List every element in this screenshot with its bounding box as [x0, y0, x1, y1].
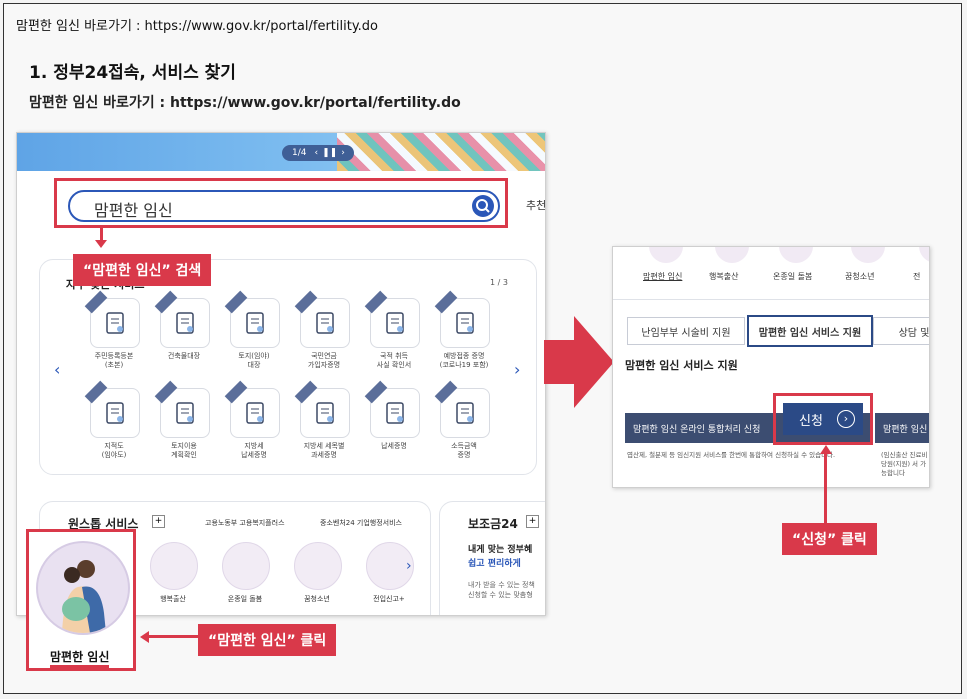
service-nav-circle[interactable] [715, 247, 749, 263]
service-icon-label[interactable]: 토지이용 계획확인 [153, 442, 215, 460]
service-icon-label[interactable]: 예방접종 증명 (코로나19 포함) [433, 352, 495, 370]
apply-button-label: 신청 [799, 413, 823, 429]
recommend-label[interactable]: 추천 [526, 197, 545, 213]
banner-counter: 1/4 [292, 148, 307, 158]
onestop-circle-label[interactable]: 행복출산 [143, 594, 203, 604]
folded-map-icon[interactable] [84, 380, 140, 438]
subsidy-line-1: 내게 맞는 정부혜 [468, 545, 533, 555]
mom-callout-label: “맘편한 임신” 클릭 [198, 624, 337, 656]
pager-next-icon[interactable]: › [341, 148, 345, 158]
pager-prev-icon[interactable]: ‹ [314, 148, 318, 158]
service-nav-item[interactable]: 꿈청소년 [845, 271, 874, 282]
location-pin-icon[interactable] [154, 380, 210, 438]
onestop-circle-label[interactable]: 전입신고+ [359, 594, 419, 604]
service-icon-label[interactable]: 소득금액 증명 [433, 442, 495, 460]
service-icon-label[interactable]: 지방세 세목별 과세증명 [293, 442, 355, 460]
tutorial-frame: 맘편한 임신 바로가기 : https://www.gov.kr/portal/… [3, 3, 962, 694]
subsidy-plus-button[interactable]: + [526, 515, 539, 528]
tab-infertility[interactable]: 난임부부 시술비 지원 [627, 317, 745, 345]
sub-link-text[interactable]: 맘편한 임신 바로가기 : https://www.gov.kr/portal/… [29, 92, 461, 112]
service-icon-label[interactable]: 주민등록등본 (초본) [83, 352, 145, 370]
mom-zoom-box[interactable]: 맘편한 임신 [26, 529, 136, 671]
onestop-plus-button[interactable]: + [152, 515, 165, 528]
onestop-circle[interactable] [150, 542, 198, 590]
desc-right: (임신출산 진료비 당원(지원) 서 가능합니다 [881, 451, 928, 477]
search-highlight-box [54, 178, 508, 228]
pager-pause-icon[interactable]: ❚❚ [322, 148, 337, 158]
subsidy-card: 보조금24 + 내게 맞는 정부혜 쉽고 편리하게 내가 받을 수 있는 정책 … [439, 501, 545, 615]
service-nav-item[interactable]: 전 [913, 271, 920, 282]
services-page: 1 / 3 [490, 278, 508, 287]
service-icon-label[interactable]: 국민연금 가입자증명 [293, 352, 355, 370]
tax-document-icon[interactable] [224, 380, 280, 438]
service-nav-circle[interactable] [919, 247, 929, 263]
service-icon-label[interactable]: 지적도 (임야도) [83, 442, 145, 460]
mom-callout-line [148, 635, 198, 638]
search-callout-label: “맘편한 임신” 검색 [73, 254, 212, 286]
service-nav-circle[interactable] [649, 247, 683, 263]
service-nav-item[interactable]: 행복출산 [709, 271, 738, 282]
onestop-circle[interactable] [294, 542, 342, 590]
apply-callout-label: “신청” 클릭 [782, 523, 877, 555]
id-card-icon[interactable] [84, 290, 140, 348]
passport-icon[interactable] [364, 290, 420, 348]
coin-stack-icon[interactable] [434, 380, 490, 438]
apply-button[interactable]: 신청 › [783, 403, 863, 435]
tab-mom-service[interactable]: 맘편한 임신 서비스 지원 [747, 315, 873, 347]
prev-arrow-icon[interactable]: ‹ [54, 360, 60, 379]
second-bar: 맘편한 임신 [875, 413, 929, 443]
arrow-right-circle-icon: › [837, 410, 855, 428]
apply-callout-line [824, 453, 827, 523]
onestop-circle[interactable] [222, 542, 270, 590]
service-nav: 맘편한 임신 행복출산 온종일 돌봄 꿈청소년 전 [613, 247, 929, 299]
mom-illustration [36, 541, 130, 635]
document-search-icon[interactable] [154, 290, 210, 348]
onestop-circle-label[interactable]: 온종일 돌봄 [215, 594, 275, 604]
certificate-icon[interactable] [294, 290, 350, 348]
services-card: 자주 찾는 서비스 1 / 3 ‹ › 주민등록등본 (초본)건축물대장토지(임… [39, 259, 537, 475]
apply-highlight-box: 신청 › [773, 393, 873, 445]
subsidy-title: 보조금24 [468, 517, 518, 531]
step-heading: 1. 정부24접속, 서비스 찾기 [29, 63, 236, 83]
top-banner: 1/4 ‹ ❚❚ › [17, 133, 545, 171]
nav-divider [613, 299, 929, 300]
service-icon-label[interactable]: 국적 취득 사실 확인서 [363, 352, 425, 370]
vaccine-icon[interactable] [434, 290, 490, 348]
service-nav-item[interactable]: 온종일 돌봄 [773, 271, 812, 282]
top-link-text[interactable]: 맘편한 임신 바로가기 : https://www.gov.kr/portal/… [16, 15, 378, 34]
search-callout-arrow [95, 240, 107, 248]
banner-pager[interactable]: 1/4 ‹ ❚❚ › [282, 145, 354, 161]
service-icon-label[interactable]: 건축물대장 [153, 352, 215, 361]
onestop-link-1[interactable]: 고용노동부 고용복지플러스 [205, 518, 285, 528]
service-icon-label[interactable]: 납세증명 [363, 442, 425, 451]
onestop-link-2[interactable]: 중소벤처24 기업행정서비스 [320, 518, 402, 528]
subsidy-desc-2: 신청할 수 있는 맞춤형 [468, 591, 533, 599]
next-arrow-icon[interactable]: › [514, 360, 520, 379]
banner-illustration [337, 133, 545, 171]
second-bar-text: 맘편한 임신 [883, 424, 928, 435]
onestop-circle-label[interactable]: 꿈청소년 [287, 594, 347, 604]
onestop-next-icon[interactable]: › [406, 558, 412, 574]
subsidy-desc-1: 내가 받을 수 있는 정책 [468, 581, 535, 589]
subsidy-line-2: 쉽고 편리하게 [468, 559, 521, 569]
online-apply-bar-text: 맘편한 임신 온라인 통합처리 신청 [633, 424, 761, 435]
next-step-arrow-icon [544, 316, 614, 408]
service-nav-circle[interactable] [851, 247, 885, 263]
presentation-chart-icon[interactable] [294, 380, 350, 438]
service-icon-label[interactable]: 지방세 납세증명 [223, 442, 285, 460]
service-icon-label[interactable]: 토지(임야) 대장 [223, 352, 285, 370]
database-icon[interactable] [364, 380, 420, 438]
service-nav-circle[interactable] [779, 247, 813, 263]
mom-zoom-label: 맘편한 임신 [50, 648, 110, 668]
section-title: 맘편한 임신 서비스 지원 [625, 359, 738, 372]
land-map-icon[interactable] [224, 290, 280, 348]
service-detail-screenshot: 맘편한 임신 행복출산 온종일 돌봄 꿈청소년 전 난임부부 시술비 지원 맘편한 임신… [612, 246, 930, 488]
tab-counsel[interactable]: 상담 및 [873, 317, 929, 345]
service-nav-item[interactable]: 맘편한 임신 [643, 271, 682, 282]
